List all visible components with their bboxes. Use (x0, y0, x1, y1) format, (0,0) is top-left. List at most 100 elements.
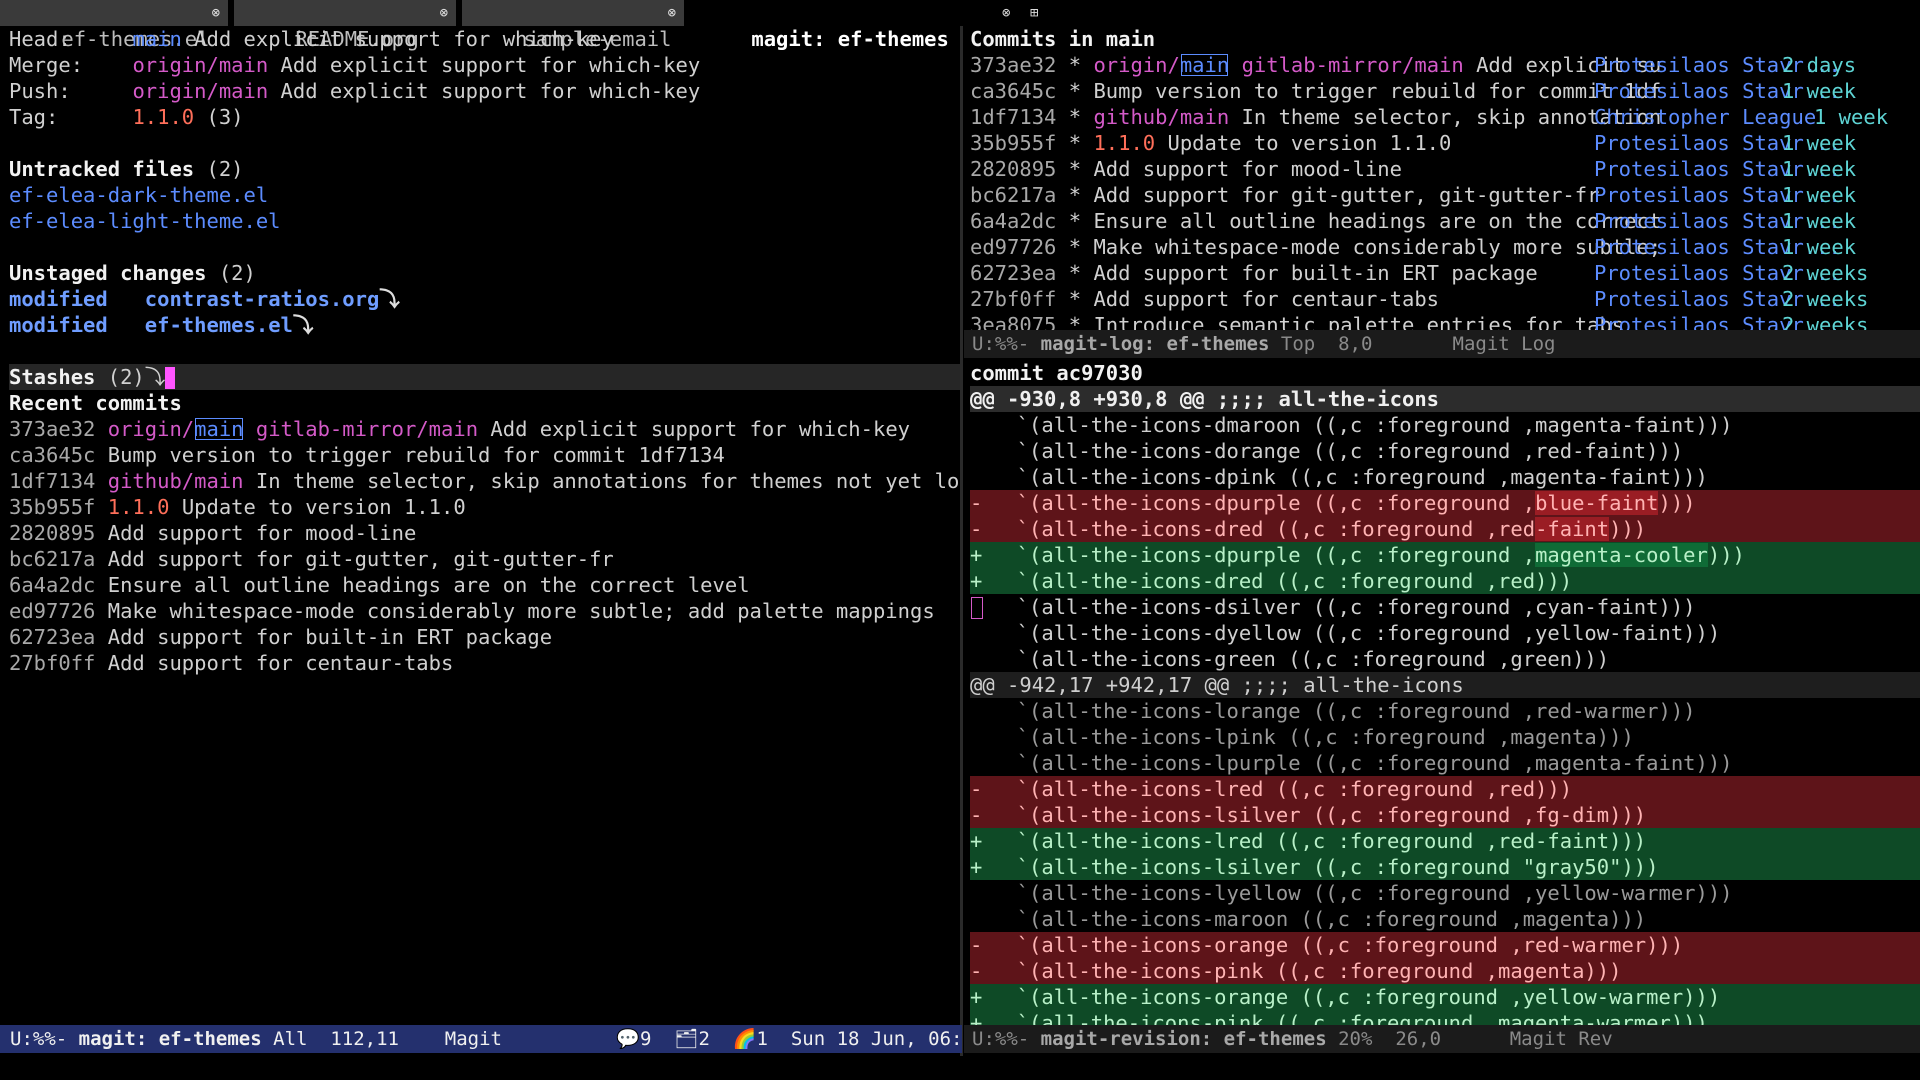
diff-context-line[interactable]: `(all-the-icons-maroon ((,c :foreground … (970, 906, 1920, 932)
diff-added-line[interactable]: + `(all-the-icons-lred ((,c :foreground … (970, 828, 1920, 854)
unstaged-section-heading[interactable]: Unstaged changes (2) (9, 260, 962, 286)
tab-ef-themes-el[interactable]: ef-themes.el ⊗ (0, 0, 228, 51)
diff-context-line[interactable]: `(all-the-icons-dorange ((,c :foreground… (970, 438, 1920, 464)
log-row[interactable]: ed97726 * Make whitespace-mode considera… (970, 234, 1920, 260)
diff-marker: - (970, 933, 983, 957)
diff-marker: - (970, 491, 983, 515)
folder-icon: 🗂 (674, 1028, 699, 1050)
new-tab-icon[interactable]: ⊞ (1030, 0, 1038, 26)
diff-context-line[interactable]: `(all-the-icons-lpurple ((,c :foreground… (970, 750, 1920, 776)
mode-line-status: U:%%- magit: ef-themes All 112,11 Magit … (0, 1025, 985, 1053)
diff-marker: + (970, 543, 983, 567)
tab-bar-controls: ⊗ ⊞ (962, 0, 1920, 26)
diff-marker: - (970, 959, 983, 983)
diff-added-line[interactable]: + `(all-the-icons-dpurple ((,c :foregrou… (970, 542, 1920, 568)
commit-row[interactable]: 35b955f 1.1.0 Update to version 1.1.0 (9, 494, 962, 520)
untracked-file[interactable]: ef-elea-light-theme.el (9, 208, 962, 234)
diff-context-line[interactable]: `(all-the-icons-dyellow ((,c :foreground… (970, 620, 1920, 646)
push-line[interactable]: Push: origin/main Add explicit support f… (9, 78, 962, 104)
diff-context-line[interactable]: `(all-the-icons-lyellow ((,c :foreground… (970, 880, 1920, 906)
log-row[interactable]: ca3645c * Bump version to trigger rebuil… (970, 78, 1920, 104)
log-row[interactable]: bc6217a * Add support for git-gutter, gi… (970, 182, 1920, 208)
diff-added-line[interactable]: + `(all-the-icons-orange ((,c :foregroun… (970, 984, 1920, 1010)
diff-context-line[interactable]: `(all-the-icons-dsilver ((,c :foreground… (970, 594, 1920, 620)
tab-bar: ef-themes.el ⊗ README.org ⊗ sample-email ⊗ … (0, 0, 962, 51)
unstaged-file[interactable]: modified contrast-ratios.org⤵ (9, 286, 962, 312)
fold-indicator-icon: ⤵ (144, 365, 166, 389)
branch-ref[interactable]: origin/main (132, 79, 268, 103)
diff-marker: - (970, 803, 983, 827)
diff-removed-line[interactable]: - `(all-the-icons-pink ((,c :foreground … (970, 958, 1920, 984)
stashes-section-heading[interactable]: Stashes (2)⤵ (9, 364, 962, 390)
merge-line[interactable]: Merge: origin/main Add explicit support … (9, 52, 962, 78)
commit-row[interactable]: 6a4a2dc Ensure all outline headings are … (9, 572, 962, 598)
branch-ref[interactable]: origin/main (132, 53, 268, 77)
diff-hunk-header[interactable]: @@ -930,8 +930,8 @@ ;;;; all-the-icons (970, 386, 1920, 412)
commit-row[interactable]: 62723ea Add support for built-in ERT pac… (9, 624, 962, 650)
recent-commits-heading[interactable]: Recent commits (9, 390, 962, 416)
diff-body: @@ -930,8 +930,8 @@ ;;;; all-the-icons `… (970, 386, 1920, 1028)
tab-sample-email[interactable]: sample-email ⊗ (462, 0, 684, 51)
magit-log-pane: Commits in main 373ae32 * origin/main gi… (964, 26, 1920, 336)
diff-context-line[interactable]: `(all-the-icons-lorange ((,c :foreground… (970, 698, 1920, 724)
commit-title: commit ac97030 (970, 361, 1143, 385)
region-marker (971, 597, 983, 619)
tab-magit-ef-themes[interactable]: magit: ef-themes (690, 0, 949, 51)
close-icon[interactable]: ⊗ (440, 0, 448, 26)
clock-text: Sun 18 Jun, 06:19 (790, 1028, 986, 1050)
mode-line-log: U:%%- magit-log: ef-themes Top 8,0 Magit… (964, 330, 1920, 358)
log-row[interactable]: 373ae32 * origin/main gitlab-mirror/main… (970, 52, 1920, 78)
diff-hunk-header[interactable]: @@ -942,17 +942,17 @@ ;;;; all-the-icons (970, 672, 1920, 698)
fold-indicator-icon: ⤵ (379, 287, 400, 311)
untracked-file[interactable]: ef-elea-dark-theme.el (9, 182, 962, 208)
commit-row[interactable]: bc6217a Add support for git-gutter, git-… (9, 546, 962, 572)
commit-row[interactable]: 373ae32 origin/main gitlab-mirror/main A… (9, 416, 962, 442)
diff-context-line[interactable]: `(all-the-icons-dmaroon ((,c :foreground… (970, 412, 1920, 438)
close-icon[interactable]: ⊗ (668, 0, 676, 26)
branch-ref[interactable]: main (132, 27, 181, 51)
diff-removed-line[interactable]: - `(all-the-icons-lsilver ((,c :foregrou… (970, 802, 1920, 828)
diff-removed-line[interactable]: - `(all-the-icons-lred ((,c :foreground … (970, 776, 1920, 802)
diff-marker: - (970, 777, 983, 801)
diff-marker: + (970, 985, 983, 1009)
commit-row[interactable]: ed97726 Make whitespace-mode considerabl… (9, 598, 962, 624)
close-icon[interactable]: ⊗ (1002, 0, 1010, 26)
log-row[interactable]: 2820895 * Add support for mood-line Prote… (970, 156, 1920, 182)
log-row[interactable]: 3ea8075 * Introduce semantic palette ent… (970, 312, 1920, 330)
chat-icon: 💬 (616, 1028, 641, 1050)
diff-context-line[interactable]: `(all-the-icons-lpink ((,c :foreground ,… (970, 724, 1920, 750)
commit-row[interactable]: 2820895 Add support for mood-line (9, 520, 962, 546)
diff-context-line[interactable]: `(all-the-icons-dpink ((,c :foreground ,… (970, 464, 1920, 490)
log-row[interactable]: 62723ea * Add support for built-in ERT p… (970, 260, 1920, 286)
diff-removed-line[interactable]: - `(all-the-icons-dred ((,c :foreground … (970, 516, 1920, 542)
commit-row[interactable]: 1df7134 github/main In theme selector, s… (9, 468, 962, 494)
magit-revision-pane: commit ac97030 @@ -930,8 +930,8 @@ ;;;; … (964, 360, 1920, 1028)
head-line[interactable]: Head: main Add explicit support for whic… (9, 26, 962, 52)
diff-context-line[interactable]: `(all-the-icons-green ((,c :foreground ,… (970, 646, 1920, 672)
text-cursor (165, 367, 176, 389)
diff-removed-line[interactable]: - `(all-the-icons-dpurple ((,c :foregrou… (970, 490, 1920, 516)
mode-line-revision: U:%%- magit-revision: ef-themes 20% 26,0… (964, 1025, 1920, 1053)
diff-marker: + (970, 855, 983, 879)
diff-marker: - (970, 517, 983, 541)
commit-row[interactable]: 27bf0ff Add support for centaur-tabs (9, 650, 962, 676)
log-row[interactable]: 35b955f * 1.1.0 Update to version 1.1.0 P… (970, 130, 1920, 156)
magit-status-pane: Head: main Add explicit support for whic… (0, 26, 962, 1026)
tab-readme-org[interactable]: README.org ⊗ (234, 0, 456, 51)
fold-indicator-icon: ⤵ (292, 313, 314, 337)
unstaged-file[interactable]: modified ef-themes.el⤵ (9, 312, 962, 338)
tag-line[interactable]: Tag: 1.1.0 (3) (9, 104, 962, 130)
diff-marker: + (970, 569, 983, 593)
log-title: Commits in main (970, 27, 1156, 51)
log-row[interactable]: 6a4a2dc * Ensure all outline headings ar… (970, 208, 1920, 234)
window-divider[interactable] (960, 26, 963, 1056)
log-row[interactable]: 1df7134 * github/main In theme selector,… (970, 104, 1920, 130)
diff-added-line[interactable]: + `(all-the-icons-lsilver ((,c :foregrou… (970, 854, 1920, 880)
close-icon[interactable]: ⊗ (212, 0, 220, 26)
tag-ref[interactable]: 1.1.0 (132, 105, 194, 129)
commit-row[interactable]: ca3645c Bump version to trigger rebuild … (9, 442, 962, 468)
diff-removed-line[interactable]: - `(all-the-icons-orange ((,c :foregroun… (970, 932, 1920, 958)
untracked-section-heading[interactable]: Untracked files (2) (9, 156, 962, 182)
log-row[interactable]: 27bf0ff * Add support for centaur-tabs Pr… (970, 286, 1920, 312)
diff-added-line[interactable]: + `(all-the-icons-dred ((,c :foreground … (970, 568, 1920, 594)
